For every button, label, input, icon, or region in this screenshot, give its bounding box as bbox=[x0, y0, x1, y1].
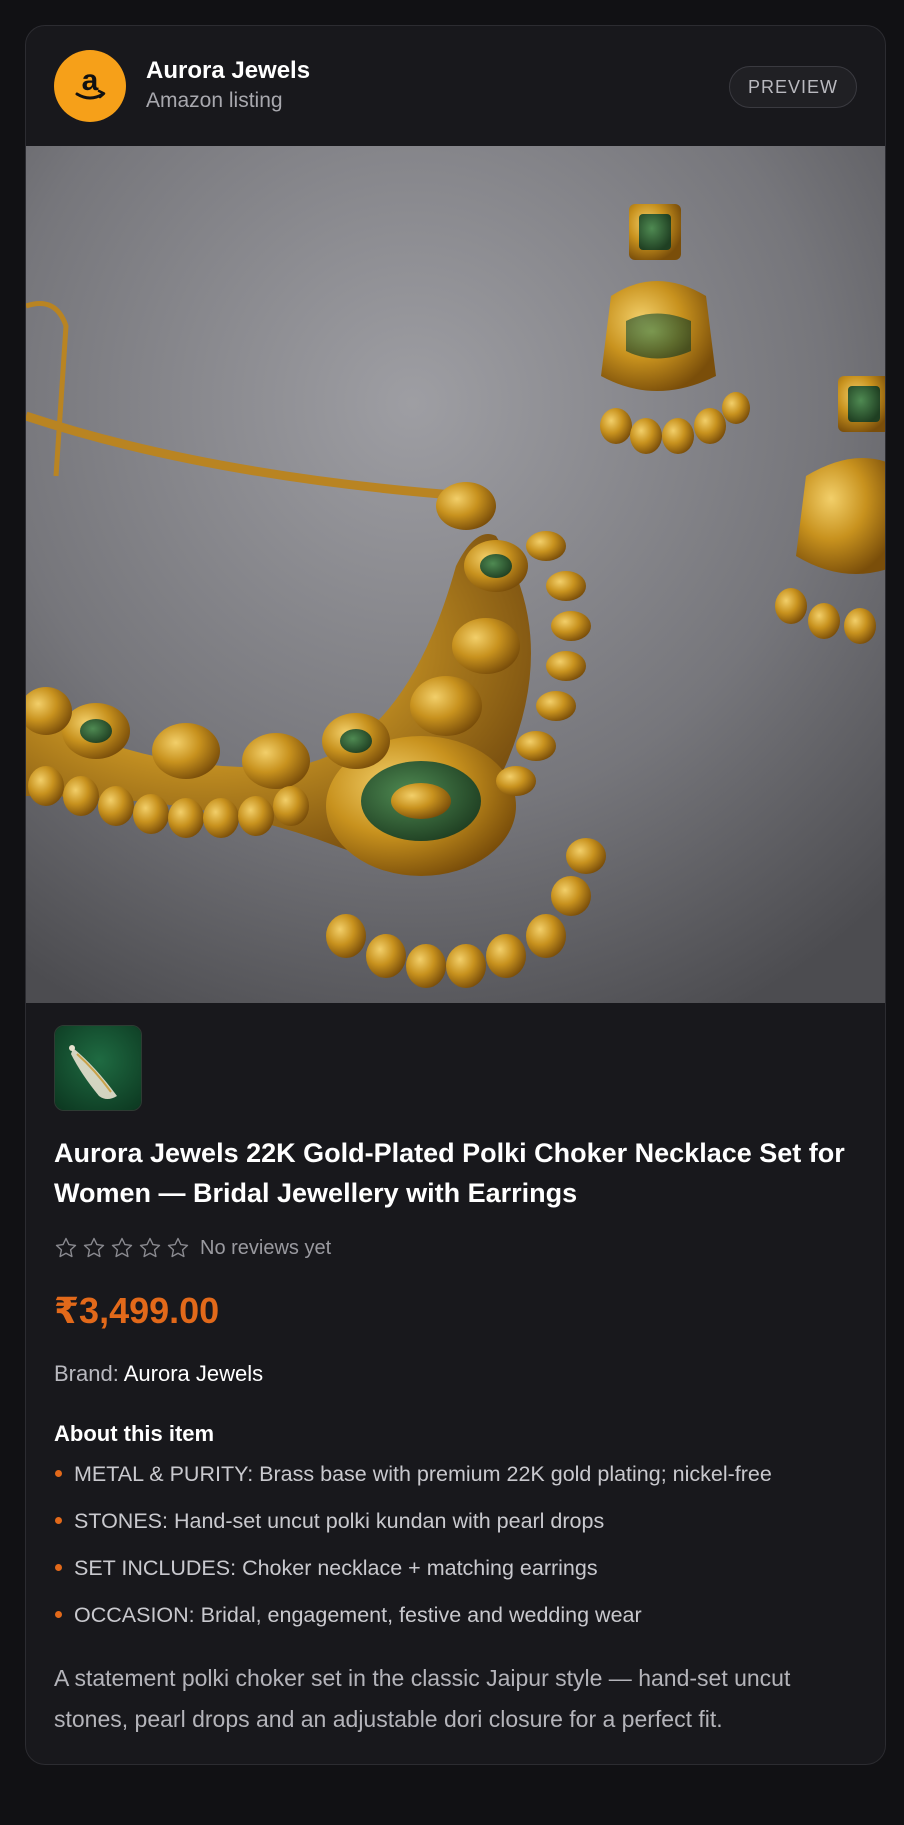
star-outline-icon bbox=[139, 1237, 161, 1258]
about-heading: About this item bbox=[54, 1421, 215, 1446]
product-price: ₹3,499.00 bbox=[54, 1290, 220, 1331]
star-outline-icon bbox=[111, 1237, 133, 1258]
bullet-text: SET INCLUDES: Choker necklace + matching… bbox=[74, 1556, 598, 1580]
feature-bullets: METAL & PURITY: Brass base with premium … bbox=[54, 1459, 857, 1630]
star-outline-icon bbox=[167, 1237, 189, 1258]
preview-badge: PREVIEW bbox=[728, 66, 857, 108]
store-subtitle: Amazon listing bbox=[146, 89, 283, 112]
bullet-dot-icon bbox=[55, 1517, 62, 1524]
bullet-dot-icon bbox=[55, 1564, 62, 1571]
store-name: Aurora Jewels bbox=[146, 57, 311, 84]
listing-card: a Aurora Jewels Amazon listing PREVIEW A… bbox=[25, 25, 886, 1765]
brand-label: Brand: bbox=[54, 1361, 119, 1386]
brand-line: Brand: Aurora Jewels bbox=[54, 1359, 857, 1389]
bullet-item: OCCASION: Bridal, engagement, festive an… bbox=[54, 1600, 857, 1630]
listing-header: a Aurora Jewels Amazon listing PREVIEW bbox=[26, 26, 885, 146]
bullet-dot-icon bbox=[55, 1611, 62, 1618]
star-outline-icon bbox=[55, 1237, 77, 1258]
bullet-text: STONES: Hand-set uncut polki kundan with… bbox=[74, 1509, 605, 1533]
product-hero-image bbox=[26, 146, 885, 1003]
star-outline-icon bbox=[83, 1237, 105, 1258]
bullet-item: STONES: Hand-set uncut polki kundan with… bbox=[54, 1506, 857, 1536]
store-info: Aurora Jewels Amazon listing bbox=[146, 57, 310, 115]
amazon-logo-icon: a bbox=[54, 50, 126, 122]
review-count-text: No reviews yet bbox=[200, 1236, 332, 1259]
bullet-text: METAL & PURITY: Brass base with premium … bbox=[74, 1462, 772, 1486]
brand-link[interactable]: Aurora Jewels bbox=[124, 1361, 263, 1386]
bullet-dot-icon bbox=[55, 1470, 62, 1477]
product-title: Aurora Jewels 22K Gold-Plated Polki Chok… bbox=[54, 1138, 845, 1208]
product-description: A statement polki choker set in the clas… bbox=[54, 1665, 791, 1732]
thumbnail-strip bbox=[26, 1003, 885, 1111]
product-thumbnail[interactable] bbox=[54, 1025, 142, 1111]
svg-text:a: a bbox=[82, 64, 99, 97]
rating-row[interactable]: No reviews yet bbox=[54, 1233, 857, 1263]
star-rating bbox=[54, 1236, 190, 1260]
bullet-text: OCCASION: Bridal, engagement, festive an… bbox=[74, 1603, 642, 1627]
bullet-item: METAL & PURITY: Brass base with premium … bbox=[54, 1459, 857, 1489]
bullet-item: SET INCLUDES: Choker necklace + matching… bbox=[54, 1553, 857, 1583]
